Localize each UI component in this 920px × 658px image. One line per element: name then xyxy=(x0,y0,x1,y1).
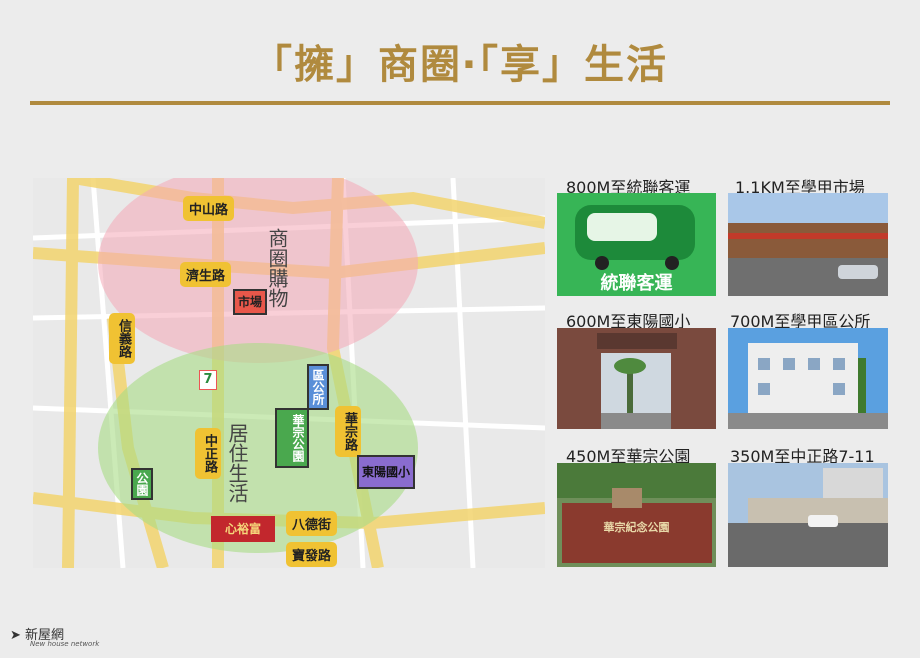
photo-market xyxy=(728,193,888,296)
poi-xinshifu: 心裕富 xyxy=(211,516,275,542)
photo-district-office xyxy=(728,328,888,429)
road-bade: 八德街 xyxy=(286,511,338,536)
road-huazong: 華宗路 xyxy=(335,406,361,457)
road-jisheng: 濟生路 xyxy=(180,262,232,287)
title-divider xyxy=(30,101,890,105)
convenience-store-logo: 7 xyxy=(199,370,217,390)
footer-sub: New house network xyxy=(30,640,100,648)
poi-market: 市場 xyxy=(233,289,267,315)
poi-park: 公園 xyxy=(131,468,153,500)
road-zhongshan: 中山路 xyxy=(183,196,235,221)
road-xinyi: 信義路 xyxy=(109,313,135,364)
photo-huazong-park: 華宗紀念公園 xyxy=(557,463,716,567)
photo-ubus: 統聯客運 xyxy=(557,193,716,296)
poi-dongyang-school: 東陽國小 xyxy=(357,455,415,489)
location-map: 商圈購物 居住生活 中山路 濟生路 信義路 中正路 華宗路 八德街 寶發路 市場… xyxy=(33,178,545,568)
photo-711 xyxy=(728,463,888,567)
road-baofa: 寶發路 xyxy=(286,542,338,567)
poi-district-office: 區公所 xyxy=(307,364,329,410)
photo-dongyang-school xyxy=(557,328,716,429)
poi-huazong-park: 華宗公園 xyxy=(275,408,309,468)
photo-park-text: 華宗紀念公園 xyxy=(603,521,670,534)
road-zhongzheng: 中正路 xyxy=(195,428,221,479)
paper-plane-icon: ➤ xyxy=(10,628,21,643)
zone-commerce-label: 商圈購物 xyxy=(265,228,289,308)
photo-ubus-text: 統聯客運 xyxy=(600,273,673,294)
page-title: 「擁」商圈‧「享」生活 xyxy=(252,42,668,88)
zone-living-label: 居住生活 xyxy=(225,423,249,503)
